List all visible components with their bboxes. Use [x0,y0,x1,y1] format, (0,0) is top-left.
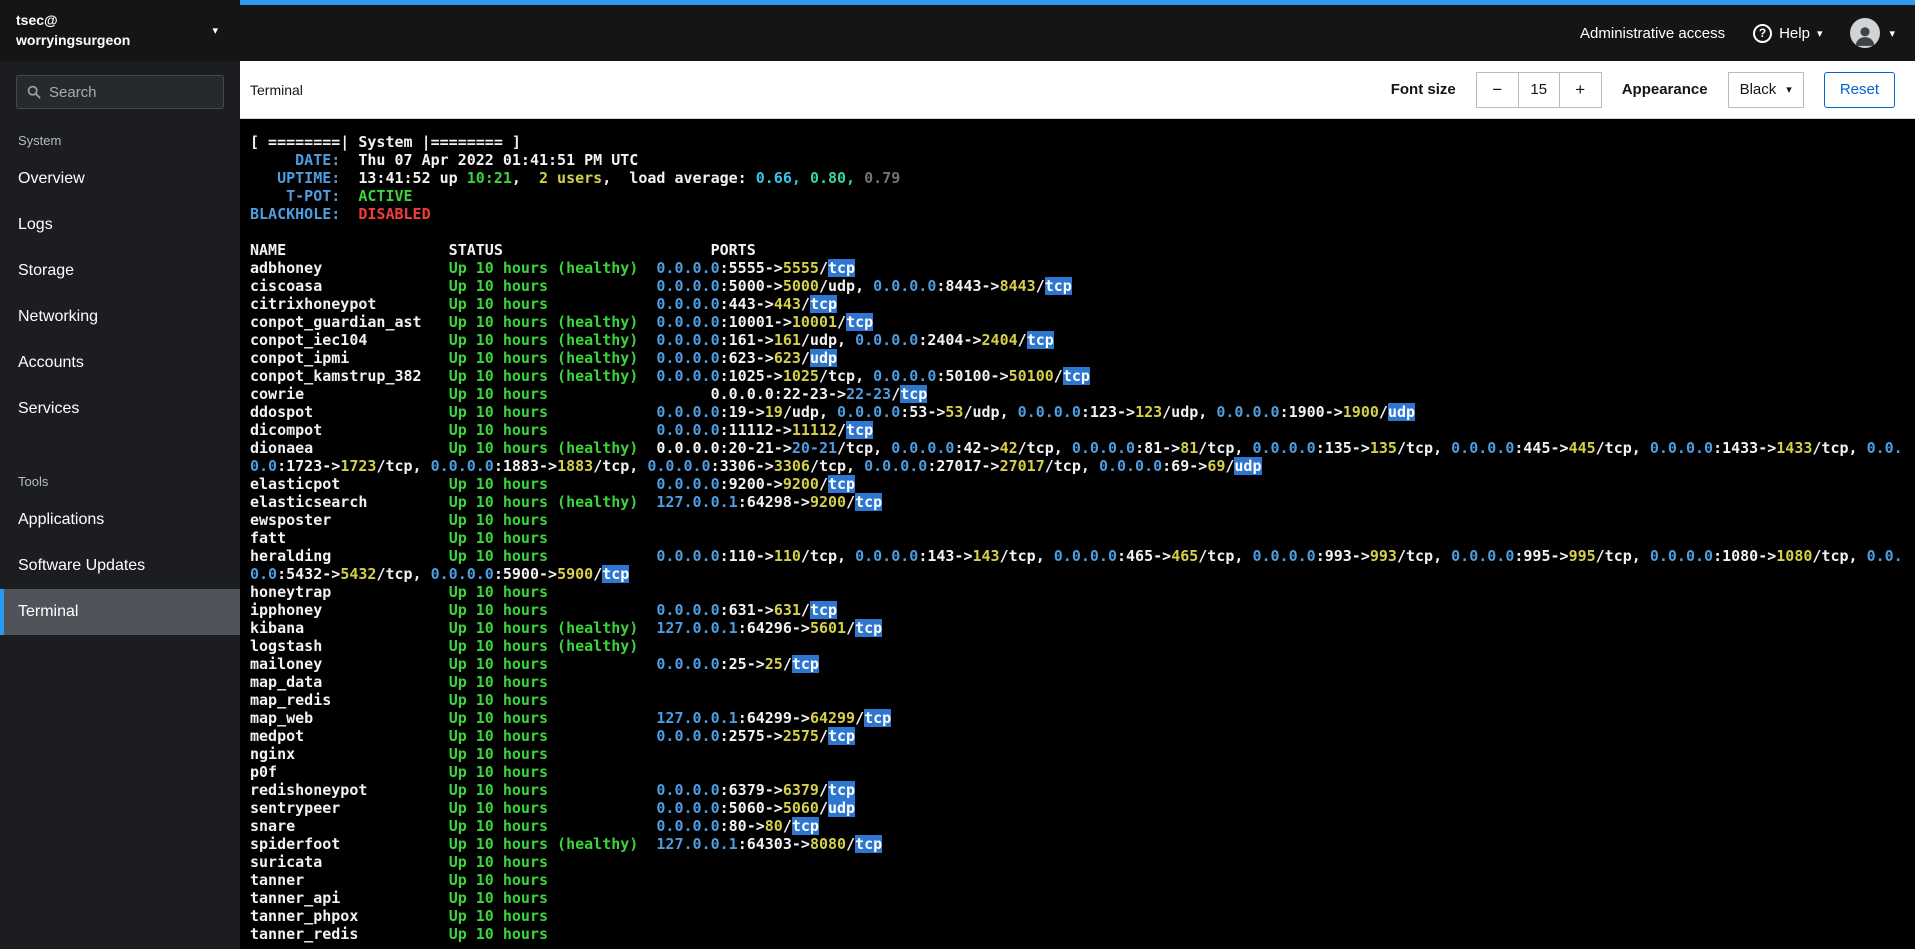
app-window: tsec@ worryingsurgeon ▾ System OverviewLo… [0,0,1915,949]
sidebar-item-software-updates[interactable]: Software Updates [0,543,240,589]
sidebar-item-services[interactable]: Services [0,386,240,432]
search-input[interactable] [49,83,213,101]
search-icon [27,85,41,99]
terminal-line: conpot_kamstrup_382 Up 10 hours (healthy… [250,367,1090,385]
terminal-line: DATE: Thu 07 Apr 2022 01:41:51 PM UTC [250,151,639,169]
terminal-line: p0f Up 10 hours [250,763,657,781]
terminal-line: conpot_iec104 Up 10 hours (healthy) 0.0.… [250,331,1054,349]
username: tsec@ [16,12,58,28]
sidebar-item-storage[interactable]: Storage [0,248,240,294]
nav-section: System Overview Logs Storage Networking Accou… [0,121,240,432]
masthead: Administrative access ? Help ▾ ▾ [240,5,1915,61]
help-label: Help [1779,24,1810,42]
terminal-line: tanner_redis Up 10 hours [250,925,657,943]
avatar [1850,18,1881,48]
terminal-line: UPTIME: 13:41:52 up 10:21, 2 users, load… [250,169,901,187]
appearance-label: Appearance [1621,81,1708,98]
font-size-label: Font size [1390,81,1456,98]
help-icon: ? [1753,23,1773,43]
nav-section-title: System [18,133,62,148]
terminal-line: ewsposter Up 10 hours [250,511,657,529]
terminal-line: ddospot Up 10 hours 0.0.0.0:19->19/udp, … [250,403,1416,421]
appearance-value: Black [1739,81,1777,98]
terminal-line: spiderfoot Up 10 hours (healthy) 127.0.0… [250,835,883,853]
terminal-line: conpot_guardian_ast Up 10 hours (healthy… [250,313,874,331]
terminal-line: ciscoasa Up 10 hours 0.0.0.0:5000->5000/… [250,277,1072,295]
terminal-line: logstash Up 10 hours (healthy) [250,637,657,655]
host-label: tsec@ worryingsurgeon [16,12,130,49]
terminal-line: [ ========| System |======== ] [250,133,521,151]
terminal-line: adbhoney Up 10 hours (healthy) 0.0.0.0:5… [250,259,856,277]
font-size-stepper: − 15 + [1475,71,1602,108]
font-size-decrease-button[interactable]: − [1475,71,1518,108]
administrative-access-button[interactable]: Administrative access [1580,25,1725,42]
terminal-line: tanner_phpox Up 10 hours [250,907,657,925]
reset-button[interactable]: Reset [1823,71,1895,108]
terminal-line: kibana Up 10 hours (healthy) 127.0.0.1:6… [250,619,883,637]
chevron-down-icon: ▾ [1816,27,1823,40]
chevron-down-icon: ▾ [212,25,218,37]
user-icon [1856,27,1875,46]
terminal-line: 0.0:5432->5432/tcp, 0.0.0.0:5900->5900/t… [250,565,630,583]
terminal-line: 0.0:1723->1723/tcp, 0.0.0.0:1883->1883/t… [250,457,1262,475]
toolbar-controls: Font size − 15 + Appearance Black ▾ Rese… [1390,71,1895,108]
terminal-toolbar: Terminal Font size − 15 + Appearance Bla… [240,61,1915,119]
sidebar-item-overview[interactable]: Overview [0,156,240,202]
appearance-select[interactable]: Black ▾ [1727,71,1804,108]
terminal-line: dionaea Up 10 hours (healthy) 0.0.0.0:20… [250,439,1903,457]
font-size-value[interactable]: 15 [1517,71,1560,108]
terminal-line: map_web Up 10 hours 127.0.0.1:64299->642… [250,709,892,727]
terminal-line: redishoneypot Up 10 hours 0.0.0.0:6379->… [250,781,856,799]
terminal-line: sentrypeer Up 10 hours 0.0.0.0:5060->506… [250,799,856,817]
terminal-line: heralding Up 10 hours 0.0.0.0:110->110/t… [250,547,1903,565]
terminal-line: snare Up 10 hours 0.0.0.0:80->80/tcp [250,817,819,835]
terminal-line: NAME STATUS PORTS [250,241,756,259]
terminal-line: cowrie Up 10 hours 0.0.0.0:22-23->22-23/… [250,385,928,403]
terminal-line: map_data Up 10 hours [250,673,657,691]
terminal-line: T-POT: ACTIVE [250,187,413,205]
terminal-line: mailoney Up 10 hours 0.0.0.0:25->25/tcp [250,655,819,673]
masthead-actions: Administrative access ? Help ▾ ▾ [1580,18,1895,48]
terminal-line: suricata Up 10 hours [250,853,657,871]
terminal-line: conpot_ipmi Up 10 hours (healthy) 0.0.0.… [250,349,838,367]
chevron-down-icon: ▾ [1786,84,1792,96]
host-switcher[interactable]: tsec@ worryingsurgeon ▾ [0,0,240,61]
sidebar-item-terminal[interactable]: Terminal [0,589,240,635]
terminal-line: tanner Up 10 hours [250,871,657,889]
sidebar-item-accounts[interactable]: Accounts [0,340,240,386]
terminal-line: map_redis Up 10 hours [250,691,657,709]
terminal-line: tanner_api Up 10 hours [250,889,657,907]
chevron-down-icon: ▾ [1889,27,1895,40]
sidebar-nav: System Overview Logs Storage Networking Accou… [0,115,240,635]
terminal-line: citrixhoneypot Up 10 hours 0.0.0.0:443->… [250,295,838,313]
main-area: Administrative access ? Help ▾ ▾ Termina… [240,0,1915,949]
nav-section: Tools Applications Software Updates Termina… [0,462,240,635]
page-title: Terminal [250,81,303,98]
sidebar: tsec@ worryingsurgeon ▾ System OverviewLo… [0,0,240,949]
session-menu[interactable]: ▾ [1850,18,1895,48]
font-size-increase-button[interactable]: + [1559,71,1602,108]
terminal-line: fatt Up 10 hours [250,529,657,547]
hostname: worryingsurgeon [16,31,131,48]
terminal-line: dicompot Up 10 hours 0.0.0.0:11112->1111… [250,421,874,439]
help-menu[interactable]: ? Help ▾ [1753,23,1823,43]
terminal-output[interactable]: [ ========| System |======== ] DATE: Thu… [240,119,1915,949]
sidebar-item-logs[interactable]: Logs [0,202,240,248]
terminal-line: nginx Up 10 hours [250,745,657,763]
terminal-line: honeytrap Up 10 hours [250,583,657,601]
terminal-line: BLACKHOLE: DISABLED [250,205,431,223]
sidebar-item-applications[interactable]: Applications [0,497,240,543]
terminal-line: elasticpot Up 10 hours 0.0.0.0:9200->920… [250,475,856,493]
nav-section-title: Tools [18,474,49,489]
terminal-line: elasticsearch Up 10 hours (healthy) 127.… [250,493,883,511]
terminal-line: medpot Up 10 hours 0.0.0.0:2575->2575/tc… [250,727,856,745]
sidebar-search [16,75,224,109]
terminal-line: ipphoney Up 10 hours 0.0.0.0:631->631/tc… [250,601,838,619]
sidebar-item-networking[interactable]: Networking [0,294,240,340]
